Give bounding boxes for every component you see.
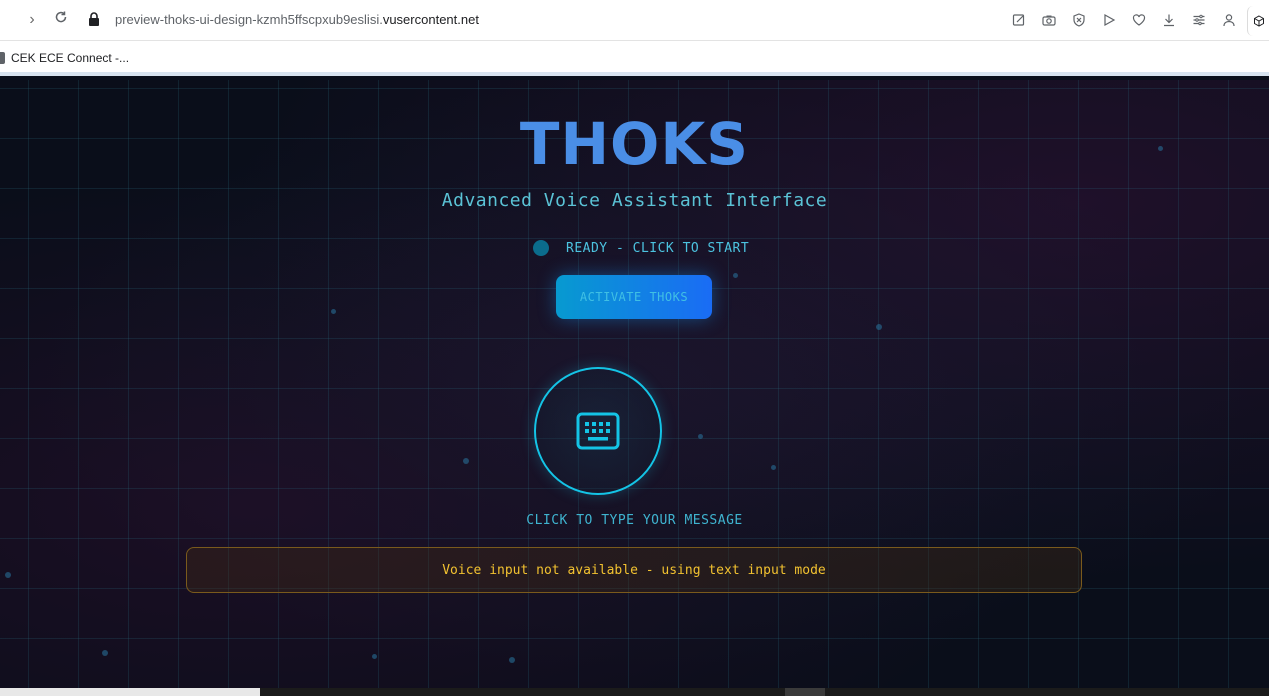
bookmarks-bar: CEK ECE Connect -... [0, 41, 1269, 76]
bookmark-label: CEK ECE Connect -... [11, 51, 130, 65]
camera-icon[interactable] [1039, 10, 1059, 30]
taskbar-segment [785, 688, 825, 696]
particle [372, 654, 377, 659]
address-bar[interactable]: preview-thoks-ui-design-kzmh5ffscpxub9es… [115, 12, 479, 27]
reload-icon[interactable] [51, 10, 71, 30]
taskbar-segment [0, 688, 260, 696]
status-dot-icon [533, 240, 549, 256]
particle [876, 324, 882, 330]
particle [331, 309, 336, 314]
bookmark-favicon-icon [0, 52, 5, 64]
toolbar-icons [1009, 10, 1239, 30]
browser-toolbar: › preview-thoks-ui-design-kzmh5ffscpxub9… [0, 0, 1269, 41]
url-domain: vusercontent.net [382, 12, 479, 27]
shield-icon[interactable] [1069, 10, 1089, 30]
keyboard-icon [576, 412, 620, 450]
particle [771, 465, 776, 470]
profile-icon[interactable] [1219, 10, 1239, 30]
sliders-icon[interactable] [1189, 10, 1209, 30]
status-indicator: READY - CLICK TO START [533, 240, 749, 256]
warning-banner: Voice input not available - using text i… [186, 547, 1082, 593]
particle [509, 657, 515, 663]
particle [698, 434, 703, 439]
app-canvas: THOKS Advanced Voice Assistant Interface… [0, 80, 1269, 688]
download-icon[interactable] [1159, 10, 1179, 30]
extension-icon[interactable] [1247, 6, 1269, 36]
url-path: preview-thoks-ui-design-kzmh5ffscpxub9es… [115, 12, 383, 27]
warning-text: Voice input not available - using text i… [442, 562, 826, 578]
particle [102, 650, 108, 656]
keyboard-input-button[interactable] [534, 367, 662, 495]
particle [5, 572, 11, 578]
bookmark-item[interactable]: CEK ECE Connect -... [0, 51, 129, 65]
status-text: READY - CLICK TO START [566, 240, 750, 256]
app-title: THOKS [519, 110, 750, 178]
lock-icon [88, 12, 102, 28]
edit-icon[interactable] [1009, 10, 1029, 30]
particle [733, 273, 738, 278]
heart-icon[interactable] [1129, 10, 1149, 30]
app-subtitle: Advanced Voice Assistant Interface [441, 190, 828, 211]
activate-button[interactable]: ACTIVATE THOKS [556, 275, 712, 319]
particle [463, 458, 469, 464]
keyboard-hint: CLICK TO TYPE YOUR MESSAGE [526, 513, 743, 528]
forward-icon[interactable]: › [22, 10, 42, 30]
play-icon[interactable] [1099, 10, 1119, 30]
taskbar [0, 688, 1269, 696]
